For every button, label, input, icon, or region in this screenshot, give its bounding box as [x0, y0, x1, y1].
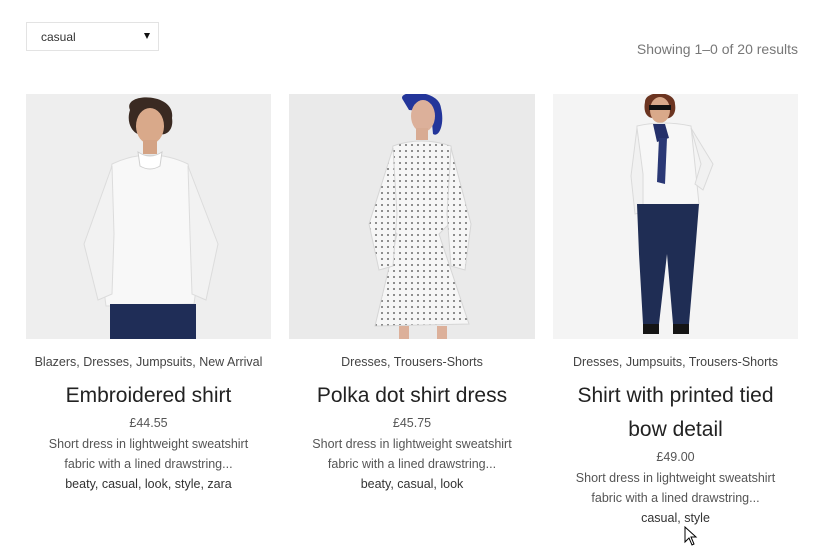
result-count: Showing 1–0 of 20 results — [636, 41, 798, 57]
product-image[interactable] — [26, 94, 271, 339]
product-categories[interactable]: Dresses, Jumpsuits, Trousers-Shorts — [553, 354, 798, 370]
product-price: £49.00 — [656, 450, 695, 464]
product-tags[interactable]: beaty, casual, look — [289, 474, 535, 494]
product-photo-printed-bow-shirt — [553, 94, 798, 339]
product-image[interactable] — [289, 94, 535, 339]
product-card: Dresses, Trousers-Shorts Polka dot shirt… — [289, 94, 535, 494]
product-price: £45.75 — [392, 416, 432, 430]
product-tags[interactable]: casual, style — [553, 508, 798, 528]
product-description: Short dress in lightweight sweatshirt fa… — [312, 437, 512, 471]
product-card: Blazers, Dresses, Jumpsuits, New Arrival… — [26, 94, 271, 494]
product-tags[interactable]: beaty, casual, look, style, zara — [26, 474, 271, 494]
product-title[interactable]: Polka dot shirt dress — [289, 379, 535, 413]
mouse-pointer-icon — [684, 526, 698, 546]
product-title[interactable]: Embroidered shirt — [26, 379, 271, 413]
product-photo-embroidered-shirt — [26, 94, 271, 339]
product-categories[interactable]: Blazers, Dresses, Jumpsuits, New Arrival — [26, 354, 271, 370]
product-price: £44.55 — [129, 416, 168, 430]
chevron-down-icon — [144, 33, 150, 39]
orderby-select[interactable]: casual — [26, 22, 159, 51]
product-categories[interactable]: Dresses, Trousers-Shorts — [289, 354, 535, 370]
product-image[interactable] — [553, 94, 798, 339]
product-card: Dresses, Jumpsuits, Trousers-Shorts Shir… — [553, 94, 798, 528]
product-description: Short dress in lightweight sweatshirt fa… — [48, 437, 249, 471]
orderby-value: casual — [41, 29, 76, 44]
product-title[interactable]: Shirt with printed tied bow detail — [553, 379, 798, 447]
product-description: Short dress in lightweight sweatshirt fa… — [575, 471, 776, 505]
product-photo-polka-dot-dress — [289, 94, 535, 339]
